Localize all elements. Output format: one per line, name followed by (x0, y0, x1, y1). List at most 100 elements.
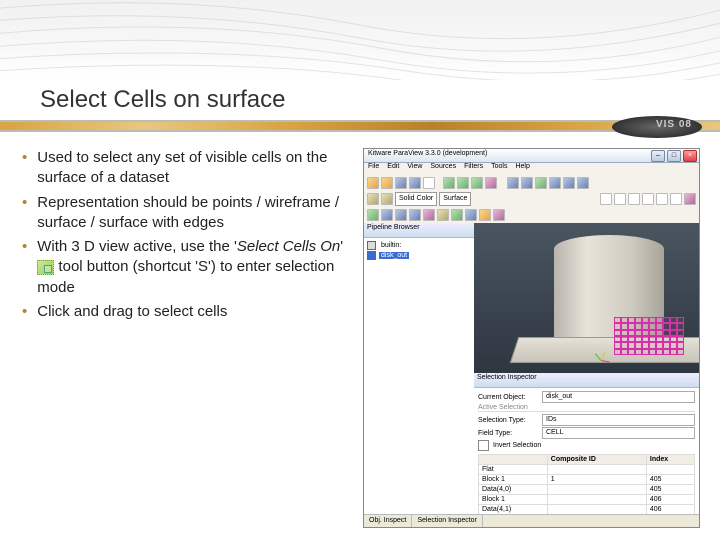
minimize-icon[interactable]: ‒ (651, 150, 665, 162)
statusbar: Obj. InspectSelection Inspector (364, 514, 699, 527)
filter-calc-icon[interactable] (367, 209, 379, 221)
color-icon[interactable] (367, 193, 379, 205)
play-fwd-icon[interactable] (549, 177, 561, 189)
filter-extract-icon[interactable] (437, 209, 449, 221)
table-cell (547, 485, 646, 495)
table-row[interactable]: Block 1 406 (479, 495, 695, 505)
loop-icon[interactable] (577, 177, 589, 189)
filter-threshold-icon[interactable] (423, 209, 435, 221)
menu-item[interactable]: View (407, 163, 422, 175)
reset-camera-icon[interactable] (684, 193, 696, 205)
bullet-dot-icon: • (22, 193, 27, 234)
visibility-icon[interactable] (367, 241, 376, 250)
pipeline-item-label: builtin: (379, 242, 403, 249)
representation-dropdown[interactable]: Surface (439, 192, 471, 206)
table-row[interactable]: Data(4,0)405 (479, 485, 695, 495)
pipeline-item[interactable]: disk_out (367, 251, 471, 260)
bullet-text: Used to select any set of visible cells … (37, 148, 355, 189)
select-frustum-icon[interactable] (471, 177, 483, 189)
axis-x-plus-icon[interactable] (600, 193, 612, 205)
select-cells-on-tool-icon (37, 260, 54, 275)
render-view-3d[interactable] (474, 223, 699, 374)
table-cell: Block 1 (479, 475, 548, 485)
table-cell: Data(4,1) (479, 505, 548, 515)
rescale-icon[interactable] (381, 193, 393, 205)
menu-item[interactable]: File (368, 163, 379, 175)
connect-icon[interactable] (395, 177, 407, 189)
axis-x-minus-icon[interactable] (614, 193, 626, 205)
menu-item[interactable]: Edit (387, 163, 399, 175)
filter-stream-icon[interactable] (465, 209, 477, 221)
bullet-item: •Used to select any set of visible cells… (20, 148, 355, 189)
axis-z-minus-icon[interactable] (670, 193, 682, 205)
selection-type-dropdown[interactable]: IDs (542, 414, 695, 426)
toolbar-row-1[interactable] (364, 175, 699, 192)
table-cell: 406 (646, 495, 694, 505)
filter-slice-icon[interactable] (409, 209, 421, 221)
filter-clip-icon[interactable] (395, 209, 407, 221)
paraview-screenshot: Kitware ParaView 3.3.0 (development) ‒ □… (363, 148, 700, 528)
table-cell: Flat (479, 465, 548, 475)
selection-inspector[interactable]: Selection Inspector Current Object: disk… (474, 373, 699, 515)
axis-z-plus-icon[interactable] (656, 193, 668, 205)
window-buttons: ‒ □ × (651, 150, 697, 162)
select-block-icon[interactable] (485, 177, 497, 189)
open-icon[interactable] (367, 177, 379, 189)
play-icon[interactable] (535, 177, 547, 189)
help-icon[interactable] (423, 177, 435, 189)
status-tab[interactable]: Obj. Inspect (364, 515, 412, 527)
selection-inspector-header: Selection Inspector (474, 373, 699, 388)
coloring-dropdown[interactable]: Solid Color (395, 192, 437, 206)
invert-selection-label: Invert Selection (493, 442, 541, 449)
bullet-dot-icon: • (22, 237, 27, 298)
active-selection-label: Active Selection (478, 404, 528, 411)
table-cell: 1 (547, 475, 646, 485)
slide-title: Select Cells on surface (40, 86, 285, 114)
filter-glyph-icon[interactable] (451, 209, 463, 221)
selected-cells-highlight (614, 317, 684, 355)
axis-y-plus-icon[interactable] (628, 193, 640, 205)
pipeline-item[interactable]: builtin: (367, 241, 471, 250)
field-type-dropdown[interactable]: CELL (542, 427, 695, 439)
table-row[interactable]: Flat (479, 465, 695, 475)
menu-item[interactable]: Sources (430, 163, 456, 175)
play-first-icon[interactable] (507, 177, 519, 189)
table-cell (547, 495, 646, 505)
table-cell (547, 505, 646, 515)
pipeline-browser[interactable]: Pipeline Browser builtin: disk_out (364, 223, 475, 515)
menu-item[interactable]: Help (515, 163, 529, 175)
play-back-icon[interactable] (521, 177, 533, 189)
filter-warp-icon[interactable] (479, 209, 491, 221)
select-cells-icon[interactable] (443, 177, 455, 189)
pipeline-browser-header: Pipeline Browser (364, 223, 474, 238)
bullet-item: •With 3 D view active, use the 'Select C… (20, 237, 355, 298)
toolbar-row-2[interactable]: Solid Color Surface (364, 191, 699, 208)
vis-logo-text: VIS 08 (656, 119, 692, 130)
filter-group-icon[interactable] (493, 209, 505, 221)
menu-item[interactable]: Tools (491, 163, 507, 175)
axis-y-minus-icon[interactable] (642, 193, 654, 205)
invert-selection-checkbox[interactable] (478, 440, 489, 451)
disconnect-icon[interactable] (409, 177, 421, 189)
status-tab[interactable]: Selection Inspector (412, 515, 483, 527)
menubar[interactable]: File Edit View Sources Filters Tools Help (364, 163, 699, 175)
selection-type-label: Selection Type: (478, 417, 538, 424)
table-header-cell: Composite ID (547, 455, 646, 465)
current-object-dropdown[interactable]: disk_out (542, 391, 695, 403)
save-icon[interactable] (381, 177, 393, 189)
close-icon[interactable]: × (683, 150, 697, 162)
table-row[interactable]: Block 11405 (479, 475, 695, 485)
select-points-icon[interactable] (457, 177, 469, 189)
table-cell: Block 1 (479, 495, 548, 505)
menu-item[interactable]: Filters (464, 163, 483, 175)
table-row[interactable]: Data(4,1)406 (479, 505, 695, 515)
table-cell: 405 (646, 485, 694, 495)
table-header-cell (479, 455, 548, 465)
toolbar-row-3[interactable] (364, 207, 699, 224)
filter-contour-icon[interactable] (381, 209, 393, 221)
current-object-label: Current Object: (478, 394, 538, 401)
visibility-icon[interactable] (367, 251, 376, 260)
maximize-icon[interactable]: □ (667, 150, 681, 162)
play-last-icon[interactable] (563, 177, 575, 189)
bullet-item: •Click and drag to select cells (20, 302, 355, 322)
